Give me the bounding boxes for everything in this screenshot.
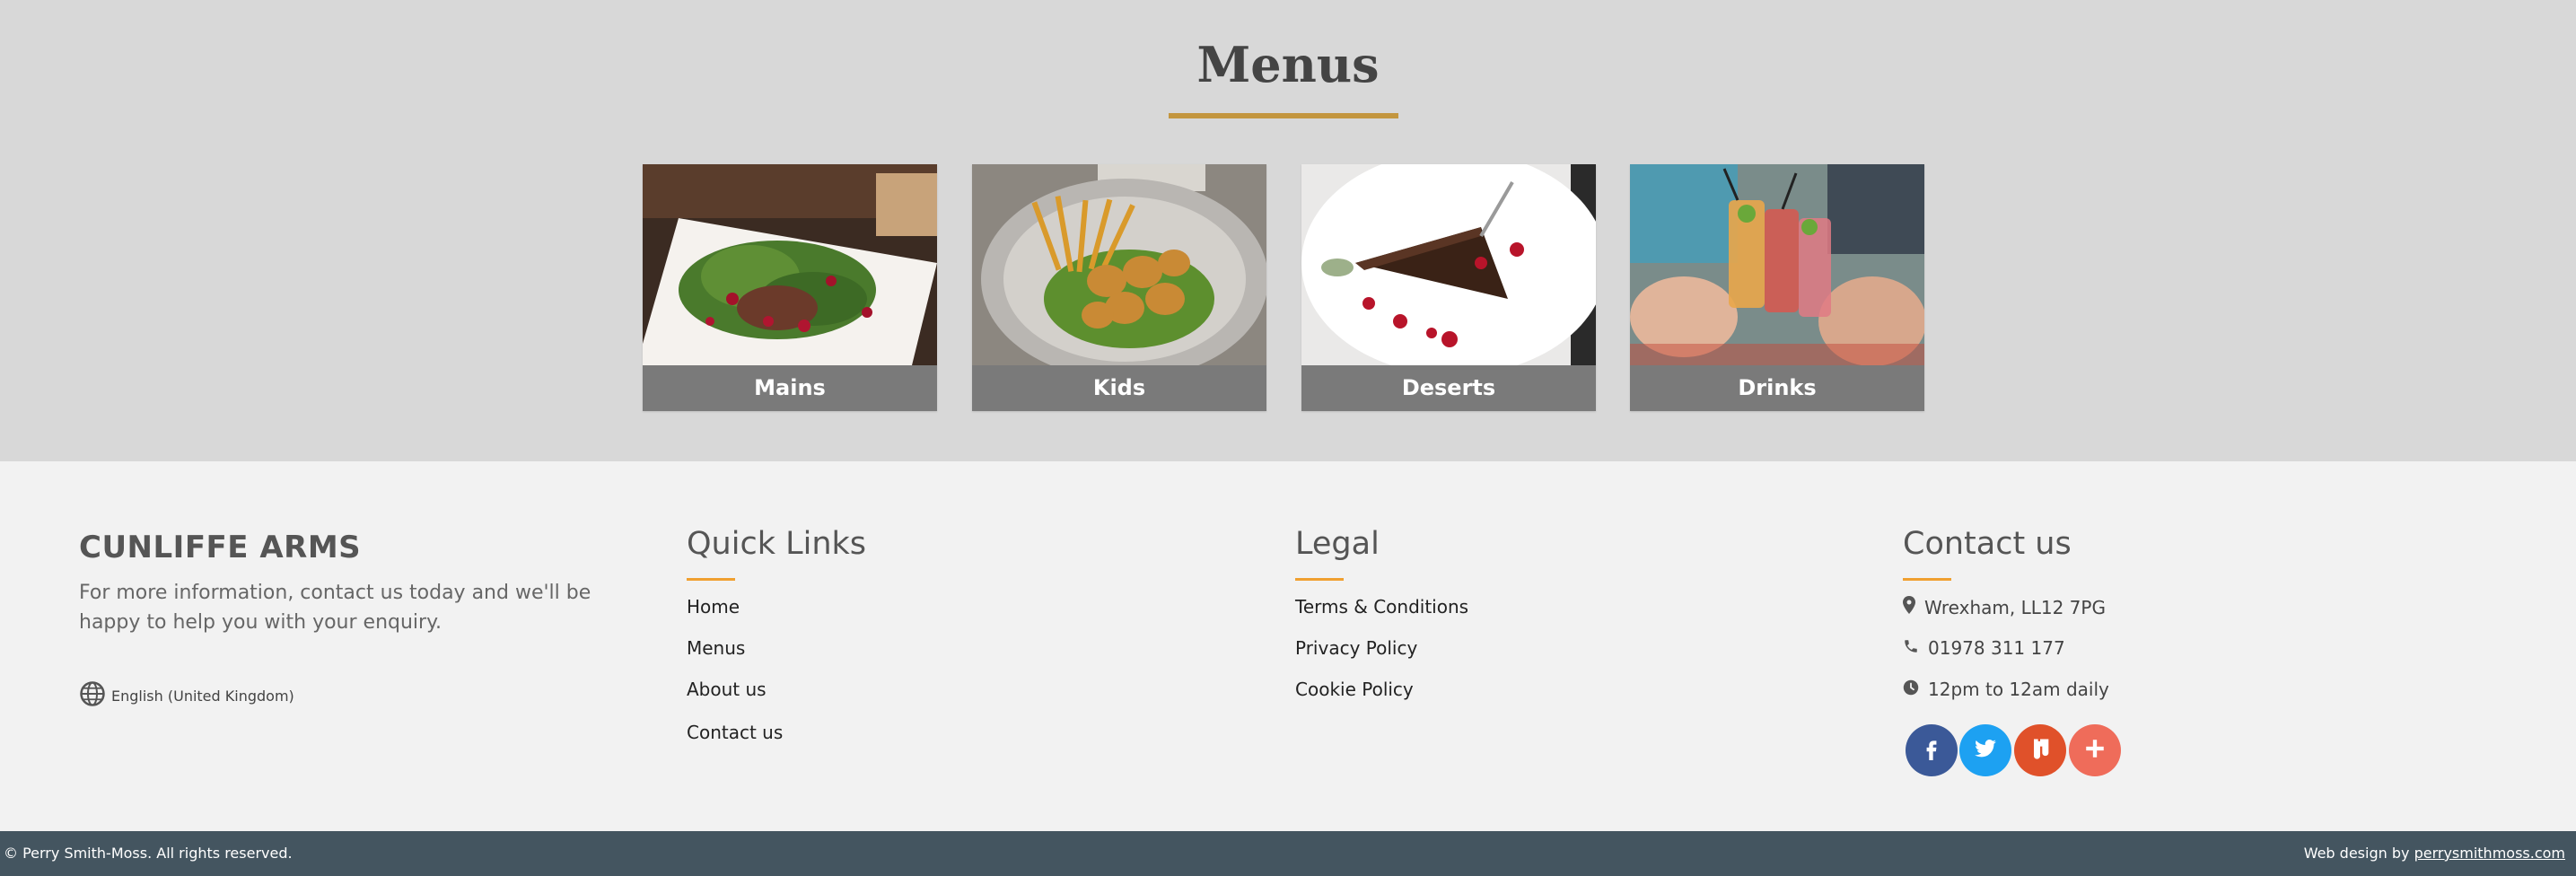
- map-marker-icon: [1903, 596, 1915, 618]
- menu-card-deserts[interactable]: Deserts: [1301, 164, 1596, 411]
- hours-text: 12pm to 12am daily: [1928, 679, 2109, 700]
- footer-description: For more information, contact us today a…: [79, 582, 591, 634]
- link-terms[interactable]: Terms & Conditions: [1295, 596, 1468, 618]
- language-label: English (United Kingdom): [111, 687, 294, 705]
- menu-card-label: Deserts: [1401, 375, 1496, 400]
- link-about-us[interactable]: About us: [687, 679, 767, 700]
- menu-card-drinks[interactable]: Drinks: [1630, 164, 1924, 411]
- facebook-icon: [1920, 735, 1943, 766]
- menu-card-mains[interactable]: Mains: [643, 164, 937, 411]
- footer: [0, 461, 2576, 831]
- mix-icon: [2028, 736, 2053, 765]
- menu-card-label: Mains: [754, 375, 826, 400]
- share-more-button[interactable]: [2069, 724, 2121, 776]
- address-text: Wrexham, LL12 7PG: [1924, 596, 2106, 618]
- mains-image: [643, 164, 937, 365]
- menu-card-kids[interactable]: Kids: [972, 164, 1266, 411]
- contact-hours: 12pm to 12am daily: [1903, 679, 2109, 700]
- footer-brand: CUNLIFFE ARMS: [79, 530, 362, 565]
- legal-title: Legal: [1295, 526, 1380, 562]
- title-underline: [1169, 113, 1398, 118]
- credit-link[interactable]: perrysmithmoss.com: [2414, 845, 2565, 862]
- kids-image: [972, 164, 1266, 365]
- link-privacy[interactable]: Privacy Policy: [1295, 637, 1417, 659]
- link-home[interactable]: Home: [687, 596, 740, 618]
- menu-card-label: Drinks: [1738, 375, 1817, 400]
- link-cookie[interactable]: Cookie Policy: [1295, 679, 1414, 700]
- credit-text: Web design by perrysmithmoss.com: [2304, 845, 2565, 862]
- menu-card-label: Kids: [1092, 375, 1146, 400]
- quick-links-underline: [687, 578, 735, 581]
- menus-title: Menus: [1196, 36, 1380, 93]
- language-selector[interactable]: English (United Kingdom): [79, 680, 294, 711]
- contact-phone[interactable]: 01978 311 177: [1903, 637, 2065, 659]
- facebook-button[interactable]: [1906, 724, 1958, 776]
- globe-icon: [79, 680, 106, 711]
- quick-links-title: Quick Links: [687, 526, 867, 562]
- twitter-icon: [1972, 737, 1999, 764]
- legal-underline: [1295, 578, 1344, 581]
- contact-address: Wrexham, LL12 7PG: [1903, 596, 2106, 618]
- contact-underline: [1903, 578, 1951, 581]
- mix-button[interactable]: [2014, 724, 2066, 776]
- bottom-bar: © Perry Smith-Moss. All rights reserved.…: [0, 831, 2576, 876]
- link-menus[interactable]: Menus: [687, 637, 745, 659]
- phone-icon: [1903, 637, 1919, 659]
- deserts-image: [1301, 164, 1596, 365]
- link-contact-us[interactable]: Contact us: [687, 722, 783, 743]
- contact-title: Contact us: [1903, 526, 2072, 562]
- plus-icon: [2083, 737, 2107, 764]
- menus-section: Menus Mains Kids Deserts Drinks: [0, 0, 2576, 461]
- credit-prefix: Web design by: [2303, 845, 2410, 862]
- twitter-button[interactable]: [1959, 724, 2011, 776]
- phone-text: 01978 311 177: [1928, 637, 2065, 659]
- drinks-image: [1630, 164, 1924, 365]
- clock-icon: [1903, 679, 1919, 700]
- copyright-text: © Perry Smith-Moss. All rights reserved.: [4, 845, 293, 862]
